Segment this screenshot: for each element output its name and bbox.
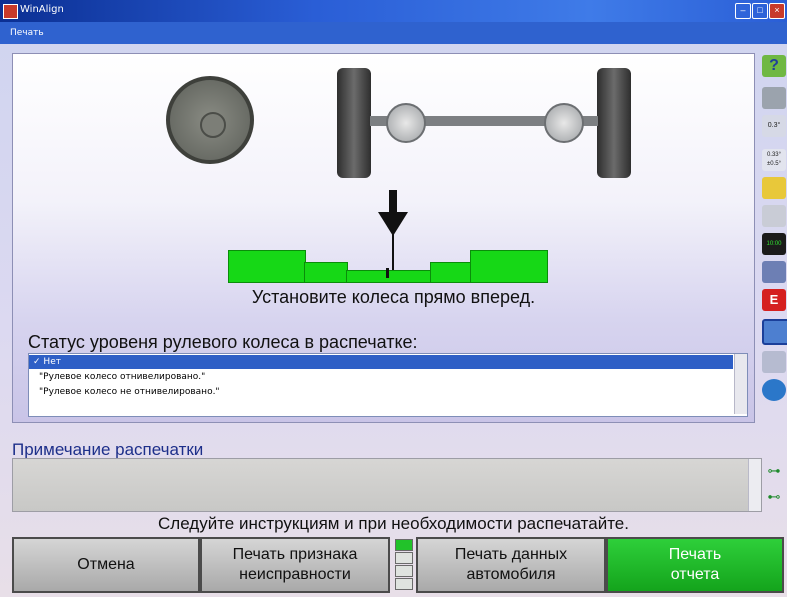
queue-cell [395, 565, 413, 577]
measure-icon[interactable]: 0.3° [762, 115, 786, 137]
print-report-button[interactable]: Печать отчета [606, 537, 784, 593]
menu-item-print[interactable]: Печать [10, 28, 44, 38]
left-hub-icon [386, 103, 426, 143]
print-vehicle-data-button[interactable]: Печать данных автомобиля [416, 537, 606, 593]
help-icon[interactable]: ? [762, 55, 786, 77]
print-report-label-1: Печать [668, 546, 722, 563]
window-title: WinAlign [20, 4, 64, 15]
print-fault-button[interactable]: Печать признака неисправности [200, 537, 390, 593]
level-bar-right-high [470, 250, 548, 283]
spec-values-icon[interactable]: 0.33° ±0.5° [762, 149, 786, 171]
wrench-icon[interactable] [762, 177, 786, 199]
level-bar-left-high [228, 250, 306, 283]
center-arrow-icon [389, 190, 397, 212]
footer-instruction: Следуйте инструкциям и при необходимости… [158, 514, 629, 533]
level-tick-marker [386, 268, 389, 278]
globe-icon[interactable] [762, 379, 786, 401]
vehicle-icon[interactable] [762, 261, 786, 283]
list-item-none[interactable]: ✓ Нет [29, 355, 733, 369]
title-bar: WinAlign – □ × [0, 0, 787, 22]
list-item-leveled[interactable]: "Рулевое колесо отнивелировано." [29, 370, 733, 384]
attach-icon[interactable]: ⊶ [762, 460, 786, 482]
transfer-icon[interactable] [762, 351, 786, 373]
report-icon[interactable] [762, 319, 787, 345]
maximize-button[interactable]: □ [752, 3, 768, 19]
print-report-label-2: отчета [670, 566, 720, 583]
link-icon[interactable]: ⊷ [762, 486, 786, 508]
steering-wheel-hub [200, 112, 226, 138]
check-icon: ✓ [33, 357, 41, 367]
status-heading: Статус уровеня рулевого колеса в распеча… [28, 332, 418, 352]
cancel-button[interactable]: Отмена [12, 537, 200, 593]
queue-cell-active [395, 539, 413, 551]
queue-cell [395, 578, 413, 590]
minimize-button[interactable]: – [735, 3, 751, 19]
sensor-icon[interactable] [762, 205, 786, 227]
left-tire-icon [337, 68, 371, 178]
print-vehicle-label-1: Печать данных [454, 546, 568, 563]
app-icon [3, 4, 18, 19]
queue-cell [395, 552, 413, 564]
notes-label: Примечание распечатки [12, 440, 204, 459]
right-tire-icon [597, 68, 631, 178]
right-toolbar: ? 0.3° 0.33° ±0.5° 10:00 E [760, 53, 787, 421]
center-pointer [392, 232, 394, 270]
level-bar-right-mid [430, 262, 472, 283]
print-queue-indicator [392, 537, 414, 593]
notes-scrollbar[interactable] [748, 459, 761, 511]
print-fault-label-1: Печать признака [232, 546, 358, 563]
print-fault-label-2: неисправности [239, 566, 351, 583]
steering-status-list[interactable]: ✓ Нет "Рулевое колесо отнивелировано." "… [28, 353, 748, 417]
print-vehicle-label-2: автомобиля [466, 566, 556, 583]
list-item-not-leveled[interactable]: "Рулевое колесо не отнивелировано." [29, 385, 733, 399]
race-flag-icon[interactable]: E [762, 289, 786, 311]
right-hub-icon [544, 103, 584, 143]
list-item-label: Нет [43, 357, 61, 367]
menu-bar: Печать [0, 22, 787, 44]
cancel-label: Отмена [77, 556, 135, 573]
close-button[interactable]: × [769, 3, 785, 19]
notes-textarea[interactable] [12, 458, 762, 512]
level-bar-center [346, 270, 432, 283]
list-scrollbar[interactable] [734, 354, 747, 414]
main-instruction: Установите колеса прямо вперед. [251, 287, 536, 307]
printer-icon[interactable] [762, 87, 786, 109]
timer-icon[interactable]: 10:00 [762, 233, 786, 255]
level-bar-left-mid [304, 262, 348, 283]
